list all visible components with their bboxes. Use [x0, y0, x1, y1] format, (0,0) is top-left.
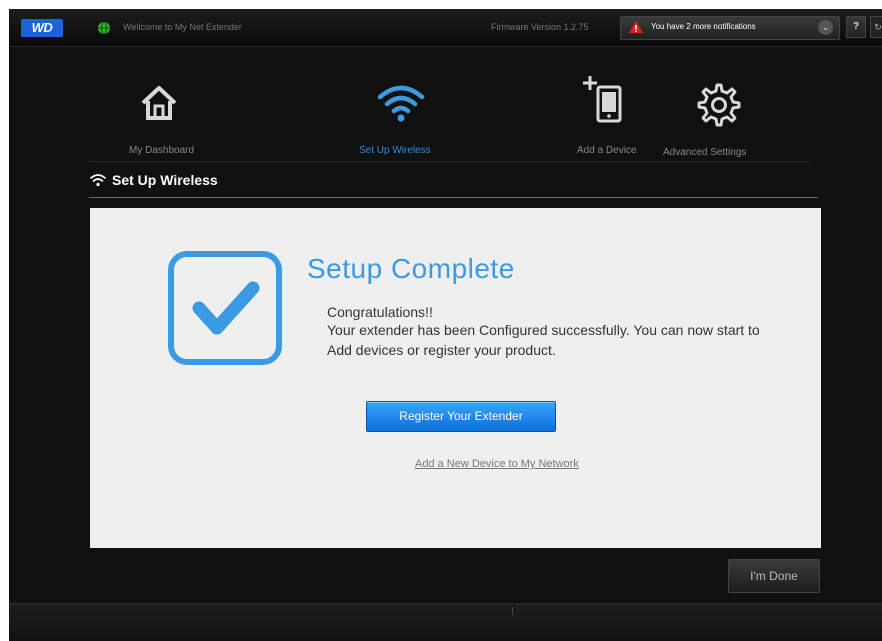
top-bar: WD Wellcome to My Net Extender Firmware …	[9, 9, 882, 47]
add-device-link[interactable]: Add a New Device to My Network	[415, 458, 579, 470]
nav-add-device[interactable]: Add a Device	[573, 47, 651, 162]
gear-icon	[697, 83, 741, 127]
im-done-button[interactable]: I'm Done	[728, 559, 820, 593]
home-icon	[141, 86, 177, 120]
globe-icon	[98, 21, 110, 35]
nav-my-dashboard[interactable]: My Dashboard	[124, 47, 224, 162]
wifi-icon	[377, 85, 425, 122]
chevron-down-icon[interactable]: ⌄	[818, 20, 833, 35]
nav-label-wireless: Set Up Wireless	[359, 145, 431, 156]
page-title: Setup Complete	[307, 253, 515, 284]
wifi-icon	[90, 174, 106, 187]
success-message: Your extender has been Configured succes…	[327, 322, 760, 358]
setup-complete-panel: Setup Complete Congratulations!! Your ex…	[90, 208, 821, 548]
nav-label-advanced: Advanced Settings	[663, 147, 747, 158]
notifications-dropdown[interactable]: You have 2 more notifications ⌄	[620, 16, 840, 40]
warning-icon	[629, 21, 643, 33]
bottom-bar	[9, 603, 882, 641]
section-divider	[89, 197, 818, 198]
notification-text: You have 2 more notifications	[651, 22, 756, 31]
checkmark-icon	[168, 251, 282, 365]
add-device-icon	[583, 76, 622, 123]
firmware-version: Firmware Version 1.2.75	[491, 22, 589, 32]
app-window: WD Wellcome to My Net Extender Firmware …	[9, 9, 882, 641]
welcome-text: Wellcome to My Net Extender	[123, 22, 242, 32]
nav-set-up-wireless[interactable]: Set Up Wireless	[354, 47, 454, 162]
power-icon[interactable]: ↻	[870, 16, 882, 38]
nav-advanced-settings[interactable]: Advanced Settings	[659, 47, 777, 162]
help-button[interactable]: ?	[846, 16, 866, 38]
bottom-divider	[512, 607, 513, 615]
nav-label-dashboard: My Dashboard	[129, 145, 195, 156]
section-title: Set Up Wireless	[112, 172, 218, 188]
register-extender-button[interactable]: Register Your Extender	[366, 401, 556, 432]
wd-logo: WD	[21, 19, 63, 37]
congratulations-text: Congratulations!!	[327, 304, 433, 320]
nav-divider	[89, 161, 809, 162]
nav-label-add-device: Add a Device	[577, 145, 637, 156]
